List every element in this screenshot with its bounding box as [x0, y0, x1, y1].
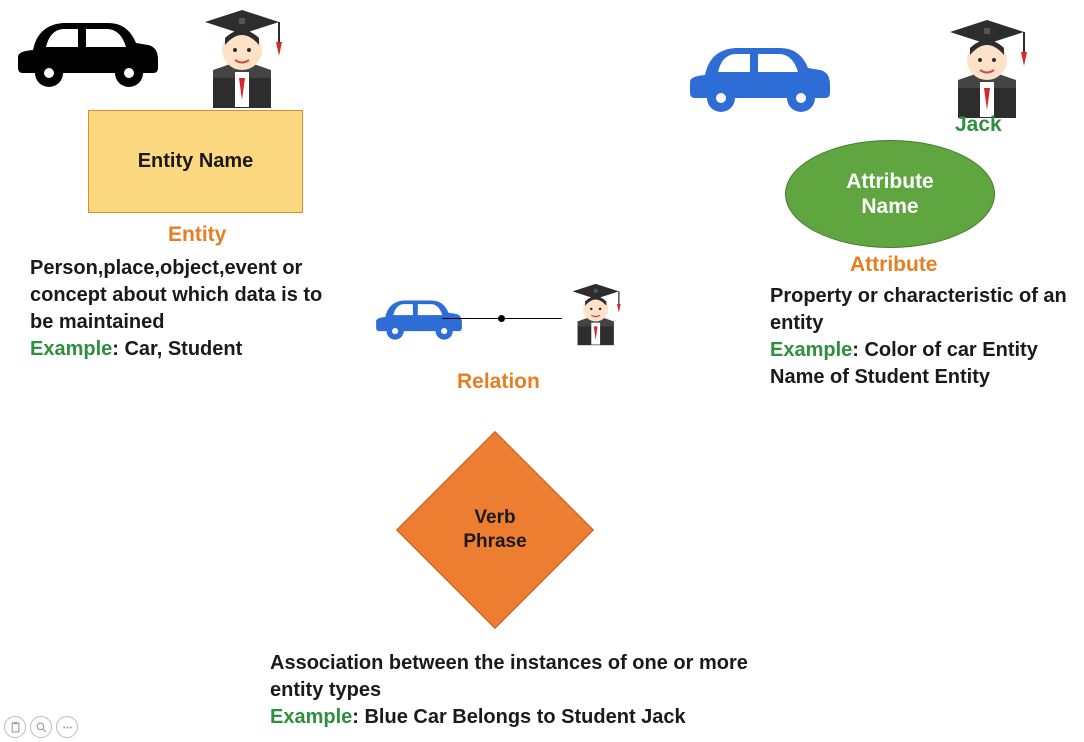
- entity-shape: Entity Name: [88, 110, 303, 213]
- car-icon: [370, 288, 465, 351]
- entity-example-text: : Car, Student: [112, 338, 242, 360]
- entity-shape-label: Entity Name: [138, 150, 254, 173]
- relation-shape: Verb Phrase: [395, 430, 595, 630]
- relation-dot: [498, 315, 505, 322]
- student-icon: [930, 10, 1045, 125]
- attribute-description: Property or characteristic of an entity …: [770, 283, 1075, 391]
- relation-description: Association between the instances of one…: [270, 650, 800, 731]
- attribute-shape-label: Attribute Name: [846, 169, 934, 219]
- entity-description: Person,place,object,event or concept abo…: [30, 255, 340, 363]
- relation-title: Relation: [457, 370, 540, 394]
- more-icon[interactable]: [56, 716, 78, 738]
- car-icon: [680, 30, 835, 125]
- attribute-desc-text: Property or characteristic of an entity: [770, 285, 1067, 334]
- student-icon: [185, 0, 300, 115]
- relation-example-text: : Blue Car Belongs to Student Jack: [352, 706, 685, 728]
- toolbar: [0, 712, 82, 742]
- relation-desc-text: Association between the instances of one…: [270, 652, 748, 701]
- car-icon: [8, 5, 163, 100]
- relation-shape-label: Verb Phrase: [463, 506, 526, 554]
- zoom-icon[interactable]: [30, 716, 52, 738]
- attribute-shape: Attribute Name: [785, 140, 995, 248]
- clipboard-icon[interactable]: [4, 716, 26, 738]
- entity-example-label: Example: [30, 338, 112, 360]
- relation-example-label: Example: [270, 706, 352, 728]
- attribute-jack-label: Jack: [955, 113, 1002, 137]
- entity-desc-text: Person,place,object,event or concept abo…: [30, 257, 322, 333]
- attribute-example-label: Example: [770, 339, 852, 361]
- student-icon: [560, 276, 632, 353]
- attribute-title: Attribute: [850, 253, 938, 277]
- entity-title: Entity: [168, 223, 226, 247]
